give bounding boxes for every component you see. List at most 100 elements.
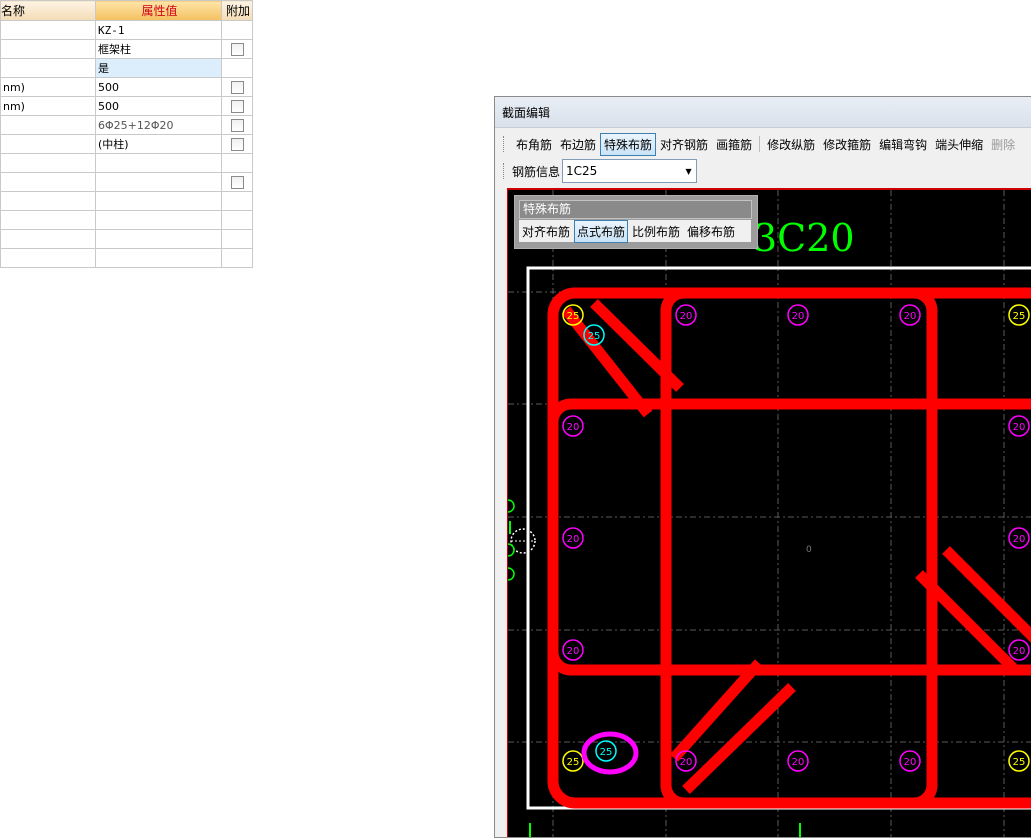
extra-checkbox[interactable] xyxy=(230,137,244,151)
chevron-down-icon[interactable]: ▼ xyxy=(681,167,696,176)
property-value[interactable] xyxy=(95,210,222,230)
header-value[interactable]: 属性值 xyxy=(95,0,222,21)
toolbar-grip[interactable] xyxy=(503,136,507,152)
rebar-info-value: 1C25 xyxy=(566,164,598,178)
property-value[interactable]: (中柱) xyxy=(95,134,222,154)
property-value[interactable]: 是 xyxy=(95,58,222,78)
edge-marker xyxy=(508,567,515,581)
extra-checkbox[interactable] xyxy=(230,118,244,132)
toolbar-button[interactable]: 修改纵筋 xyxy=(763,133,819,156)
extra-checkbox[interactable] xyxy=(230,99,244,113)
property-row[interactable] xyxy=(0,172,253,192)
extra-checkbox[interactable] xyxy=(230,175,244,189)
stirrup-hook[interactable] xyxy=(561,306,653,418)
property-value[interactable]: 框架柱 xyxy=(95,39,222,59)
rebar-info-toolbar: 钢筋信息 1C25 ▼ xyxy=(503,159,698,183)
property-extra xyxy=(221,134,253,154)
extra-checkbox[interactable] xyxy=(230,42,244,56)
center-label: 0 xyxy=(806,545,812,555)
edge-marker xyxy=(508,543,515,557)
property-name xyxy=(0,191,96,211)
property-value[interactable] xyxy=(95,153,222,173)
property-extra xyxy=(221,115,253,135)
toolbar-button[interactable]: 画箍筋 xyxy=(712,133,756,156)
corner-rebar-label: 25 xyxy=(567,757,580,768)
toolbar-button[interactable]: 修改箍筋 xyxy=(819,133,875,156)
stirrup-hook[interactable] xyxy=(669,659,764,762)
property-value[interactable]: 6Φ25+12Φ20 xyxy=(95,115,222,135)
property-row[interactable] xyxy=(0,191,253,211)
property-row[interactable]: (中柱) xyxy=(0,134,253,154)
special-panel-button[interactable]: 偏移布筋 xyxy=(684,220,738,243)
edge-marker xyxy=(508,499,515,513)
toolbar-separator xyxy=(759,136,761,152)
edge-rebar-label: 20 xyxy=(792,311,805,322)
rebar-info-label: 钢筋信息 xyxy=(512,164,561,179)
property-value[interactable] xyxy=(95,248,222,268)
edge-rebar-label: 20 xyxy=(1013,646,1026,657)
property-name xyxy=(0,210,96,230)
toolbar-button[interactable]: 对齐钢筋 xyxy=(656,133,712,156)
property-value[interactable]: 500 xyxy=(95,96,222,116)
toolbar-button[interactable]: 布角筋 xyxy=(512,133,556,156)
special-panel-buttons: 对齐布筋 点式布筋 比例布筋 偏移布筋 xyxy=(519,219,751,243)
property-name: nm) xyxy=(0,77,96,97)
property-name xyxy=(0,20,96,40)
toolbar-button[interactable]: 特殊布筋 xyxy=(600,132,657,156)
special-panel-button[interactable]: 比例布筋 xyxy=(629,220,683,243)
property-row[interactable]: KZ-1 xyxy=(0,20,253,40)
extra-checkbox[interactable] xyxy=(230,80,244,94)
property-value[interactable]: KZ-1 xyxy=(95,20,222,40)
property-name xyxy=(0,58,96,78)
corner-rebar-label: 25 xyxy=(1013,311,1026,322)
toolbar-button[interactable]: 端头伸缩 xyxy=(931,133,987,156)
outer-stirrup[interactable] xyxy=(547,287,1031,809)
special-panel-button[interactable]: 对齐布筋 xyxy=(519,220,573,243)
property-value[interactable] xyxy=(95,229,222,249)
header-name[interactable]: 名称 xyxy=(0,0,96,21)
property-table: 名称 属性值 附加 KZ-1 框架柱是 nm) 500 nm) 500 6Φ25+12Φ20… xyxy=(0,0,253,268)
edge-rebar-label: 3C20 xyxy=(753,216,855,260)
special-rebar-panel: 特殊布筋 对齐布筋 点式布筋 比例布筋 偏移布筋 xyxy=(514,195,758,249)
property-row[interactable] xyxy=(0,229,253,249)
property-value[interactable] xyxy=(95,172,222,192)
property-extra xyxy=(221,229,253,249)
property-row[interactable]: nm) 500 xyxy=(0,77,253,97)
property-name xyxy=(0,229,96,249)
stirrup-hook[interactable] xyxy=(942,546,1031,643)
property-row[interactable]: nm) 500 xyxy=(0,96,253,116)
toolbar-button[interactable]: 编辑弯钩 xyxy=(875,133,931,156)
property-row[interactable] xyxy=(0,210,253,230)
property-extra xyxy=(221,96,253,116)
stirrup-hook[interactable] xyxy=(682,683,796,794)
rebar-info-select[interactable]: 1C25 ▼ xyxy=(562,159,698,183)
section-canvas[interactable]: 3C20 0 25 25 25 25 20 20 20 20 20 20 20 20 20 20 20 20 25 2… xyxy=(507,188,1031,838)
edge-rebar-label: 20 xyxy=(680,757,693,768)
property-extra xyxy=(221,210,253,230)
toolbar-grip[interactable] xyxy=(503,163,507,179)
property-value[interactable] xyxy=(95,191,222,211)
property-extra xyxy=(221,77,253,97)
property-name xyxy=(0,172,96,192)
toolbar-button[interactable]: 删除 xyxy=(987,133,1019,156)
header-extra[interactable]: 附加 xyxy=(221,0,253,21)
selected-rebar-label: 25 xyxy=(600,747,613,758)
added-rebar-label: 25 xyxy=(588,331,601,342)
section-drawing[interactable]: 3C20 0 25 25 25 25 20 20 20 20 20 20 20 20 20 20 20 20 25 2… xyxy=(508,190,1031,838)
edge-rebar-label: 20 xyxy=(567,534,580,545)
property-extra xyxy=(221,248,253,268)
property-row[interactable]: 框架柱 xyxy=(0,39,253,59)
property-row[interactable] xyxy=(0,248,253,268)
corner-rebar-label: 25 xyxy=(1013,757,1026,768)
property-row[interactable]: 是 xyxy=(0,58,253,78)
property-value[interactable]: 500 xyxy=(95,77,222,97)
property-row[interactable] xyxy=(0,153,253,173)
property-extra xyxy=(221,39,253,59)
special-panel-button[interactable]: 点式布筋 xyxy=(574,219,629,243)
edge-rebar-label: 20 xyxy=(1013,422,1026,433)
property-name xyxy=(0,39,96,59)
property-row[interactable]: 6Φ25+12Φ20 xyxy=(0,115,253,135)
property-name xyxy=(0,115,96,135)
toolbar-button[interactable]: 布边筋 xyxy=(556,133,600,156)
special-panel-title: 特殊布筋 xyxy=(519,200,752,219)
